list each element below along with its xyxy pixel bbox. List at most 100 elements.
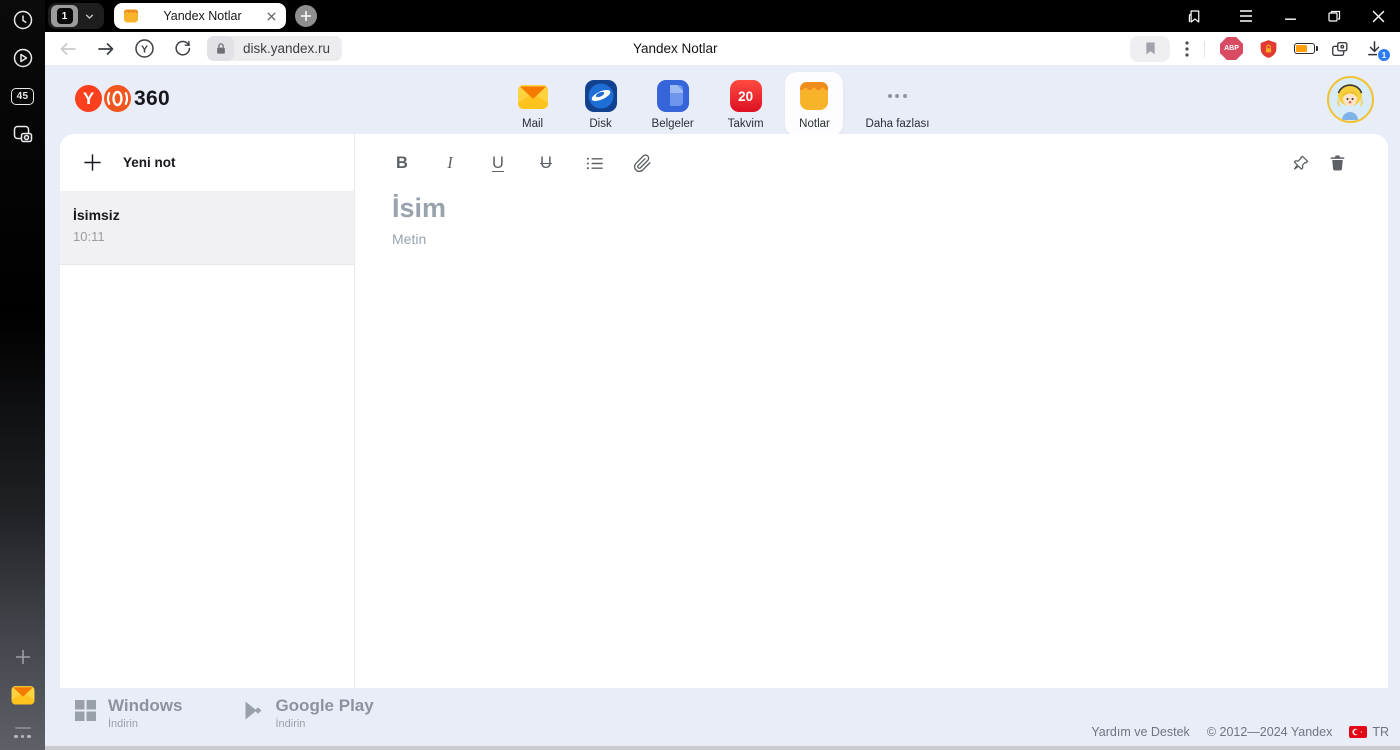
- language-switcher[interactable]: TR: [1349, 725, 1389, 739]
- yandex-360-logo[interactable]: Y 360: [75, 85, 170, 112]
- delete-note-button[interactable]: [1327, 151, 1347, 175]
- google-play-icon: [242, 700, 263, 730]
- passwords-icon[interactable]: [1330, 39, 1350, 59]
- browser-toolbar: Y disk.yandex.ru Yandex Notlar ABP 1: [45, 32, 1400, 66]
- toolbar-divider: [1204, 40, 1205, 57]
- apps-navigation: Mail Disk Belgeler 20 Takvim Notlar Daha…: [504, 72, 942, 136]
- strikethrough-button[interactable]: U: [536, 151, 556, 175]
- nav-item-disk[interactable]: Disk: [572, 72, 630, 136]
- close-tab-icon[interactable]: [266, 11, 277, 22]
- url-text: disk.yandex.ru: [243, 41, 331, 56]
- toolbar-more-icon[interactable]: [1185, 40, 1189, 57]
- windows-download-link[interactable]: Windows İndirin: [75, 696, 183, 730]
- yandex-search-icon[interactable]: Y: [129, 36, 159, 62]
- nav-item-mail[interactable]: Mail: [504, 72, 562, 136]
- page-footer: Windows İndirin Google Play İndirin Yard…: [45, 688, 1400, 746]
- browser-window: 45 1 Yandex Notlar Y disk.yandex.ru Yand…: [0, 0, 1400, 750]
- windows-icon: [75, 700, 96, 730]
- notes-app-icon: [798, 79, 832, 113]
- minimize-button[interactable]: [1268, 0, 1312, 32]
- google-play-subtitle: İndirin: [275, 717, 306, 730]
- note-title: İsimsiz: [73, 207, 120, 223]
- reload-icon[interactable]: [167, 36, 197, 62]
- downloads-icon[interactable]: 1: [1365, 39, 1391, 62]
- yandex-360-page: Y 360 Mail Disk Belgeler 20 Takvim Notla…: [45, 66, 1400, 750]
- note-body-input[interactable]: Metin: [392, 231, 1388, 247]
- note-title-input[interactable]: İsim: [392, 193, 1388, 224]
- nav-item-takvim[interactable]: 20 Takvim: [716, 72, 776, 136]
- add-panel-icon[interactable]: [10, 644, 36, 670]
- chevron-down-icon[interactable]: [78, 10, 101, 23]
- new-tab-button[interactable]: [295, 5, 317, 27]
- notes-app-panel: Yeni not İsimsiz 10:11 B I U U İsim Meti…: [60, 134, 1388, 688]
- bullet-list-button[interactable]: [584, 151, 604, 175]
- google-play-download-link[interactable]: Google Play İndirin: [242, 696, 374, 730]
- adblock-extension-icon[interactable]: ABP: [1220, 37, 1243, 60]
- bookmark-icon[interactable]: [1130, 35, 1170, 62]
- restore-button[interactable]: [1312, 0, 1356, 32]
- user-avatar[interactable]: [1327, 76, 1374, 123]
- tab-bar: 1 Yandex Notlar: [45, 0, 1400, 32]
- note-list-item[interactable]: İsimsiz 10:11: [60, 192, 354, 265]
- tab-group-count-chip: 1: [51, 5, 78, 27]
- notes-favicon: [123, 8, 139, 24]
- store-badges: Windows İndirin Google Play İndirin: [75, 696, 374, 730]
- page-header: Y 360 Mail Disk Belgeler 20 Takvim Notla…: [45, 66, 1400, 136]
- pin-note-button[interactable]: [1290, 151, 1310, 175]
- history-icon[interactable]: [10, 7, 36, 33]
- editor-actions: [1290, 151, 1347, 175]
- toolbar-right-group: ABP 1: [1130, 35, 1400, 62]
- footer-links: Yardım ve Destek © 2012—2024 Yandex TR: [1091, 725, 1389, 739]
- battery-saver-icon[interactable]: [1294, 43, 1318, 54]
- note-time: 10:11: [73, 229, 105, 244]
- tab-yandex-notlar[interactable]: Yandex Notlar: [114, 3, 286, 29]
- video-player-icon[interactable]: [10, 45, 36, 71]
- new-note-button[interactable]: Yeni not: [60, 134, 354, 192]
- svg-text:Y: Y: [140, 44, 147, 56]
- browser-chrome: 1 Yandex Notlar Y disk.yandex.ru Yandex …: [45, 0, 1400, 750]
- nav-item-daha-fazlasi[interactable]: Daha fazlası: [854, 72, 942, 136]
- help-support-link[interactable]: Yardım ve Destek: [1091, 725, 1189, 739]
- download-count-badge: 1: [1377, 48, 1391, 62]
- yandex-logo-icon: Y: [75, 85, 102, 112]
- language-code: TR: [1372, 725, 1389, 739]
- italic-button[interactable]: I: [440, 151, 460, 175]
- back-icon[interactable]: [53, 36, 83, 62]
- rail-more-icon[interactable]: [14, 734, 31, 738]
- screenshot-icon[interactable]: [10, 121, 36, 147]
- tab-count-badge[interactable]: 45: [10, 83, 36, 109]
- copyright-text: © 2012—2024 Yandex: [1206, 725, 1333, 739]
- documents-app-icon: [656, 79, 690, 113]
- browser-menu-icon[interactable]: [1224, 0, 1268, 32]
- yandex-mail-shortcut-icon[interactable]: [10, 682, 36, 708]
- rail-bottom-group: [10, 644, 36, 750]
- disk-app-icon: [584, 79, 618, 113]
- close-window-button[interactable]: [1356, 0, 1400, 32]
- bold-button[interactable]: B: [392, 151, 412, 175]
- nav-item-notlar[interactable]: Notlar: [785, 72, 844, 136]
- side-panel-icon[interactable]: [1172, 0, 1216, 32]
- turkish-flag-icon: [1349, 726, 1368, 738]
- editor-toolbar: B I U U: [392, 148, 1388, 178]
- notes-sidebar: Yeni not İsimsiz 10:11: [60, 134, 355, 688]
- google-play-title: Google Play: [275, 696, 374, 715]
- mail-app-icon: [516, 79, 550, 113]
- windows-subtitle: İndirin: [108, 717, 138, 730]
- protect-shield-icon[interactable]: [1258, 38, 1279, 60]
- page-title: Yandex Notlar: [633, 41, 718, 56]
- windows-title: Windows: [108, 696, 183, 715]
- calendar-app-icon: 20: [729, 79, 763, 113]
- address-bar[interactable]: disk.yandex.ru: [207, 36, 343, 61]
- plus-icon: [82, 152, 103, 173]
- tab-group-button[interactable]: 1: [48, 3, 104, 29]
- forward-icon[interactable]: [91, 36, 121, 62]
- attach-file-button[interactable]: [632, 151, 652, 175]
- lock-icon[interactable]: [207, 36, 234, 61]
- nav-item-belgeler[interactable]: Belgeler: [640, 72, 706, 136]
- calendar-date-badge: 20: [729, 80, 762, 112]
- y360-aperture-icon: [104, 85, 131, 112]
- browser-side-rail: 45: [0, 0, 45, 750]
- underline-button[interactable]: U: [488, 151, 508, 175]
- window-bottom-edge: [45, 746, 1400, 750]
- note-editor: B I U U İsim Metin: [355, 134, 1388, 688]
